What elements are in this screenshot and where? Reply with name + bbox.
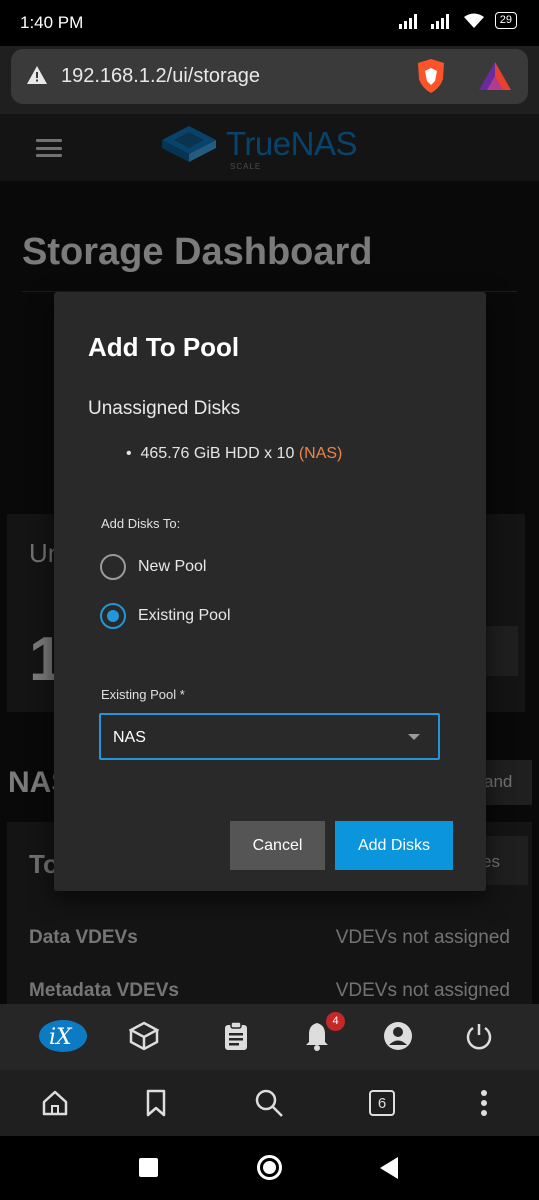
clipboard-icon[interactable] <box>218 1018 254 1054</box>
add-disks-button[interactable]: Add Disks <box>335 821 453 870</box>
radio-label[interactable]: New Pool <box>138 558 206 576</box>
home-nav-icon[interactable] <box>257 1155 282 1180</box>
notification-badge: 4 <box>326 1012 345 1031</box>
svg-text:iX: iX <box>49 1025 73 1050</box>
back-icon[interactable] <box>380 1157 398 1179</box>
truecommand-icon[interactable] <box>126 1018 162 1054</box>
url-text[interactable]: 192.168.1.2/ui/storage <box>61 65 260 88</box>
dialog-subtitle: Unassigned Disks <box>88 398 241 419</box>
power-icon[interactable] <box>461 1018 497 1054</box>
status-bar: 1:40 PM 29 <box>0 0 539 46</box>
add-to-pool-dialog: Add To Pool Unassigned Disks • 465.76 Gi… <box>54 292 486 891</box>
more-options-icon[interactable] <box>469 1088 499 1118</box>
browser-toolbar: 192.168.1.2/ui/storage <box>0 46 539 114</box>
status-time: 1:40 PM <box>20 13 84 32</box>
radio-unchecked-icon[interactable] <box>100 554 126 580</box>
cancel-button[interactable]: Cancel <box>230 821 325 870</box>
radio-checked-icon[interactable] <box>100 603 126 629</box>
account-icon[interactable] <box>380 1018 416 1054</box>
address-bar[interactable]: 192.168.1.2/ui/storage <box>11 49 528 104</box>
tab-count[interactable]: 6 <box>369 1090 395 1116</box>
tabs-icon[interactable]: 6 <box>367 1088 397 1118</box>
radio-existing-pool[interactable]: Existing Pool <box>100 603 231 629</box>
signal-icon <box>398 13 417 29</box>
warning-icon[interactable] <box>27 66 47 84</box>
existing-pool-select[interactable]: NAS <box>99 713 440 760</box>
disk-list-item: • 465.76 GiB HDD x 10 (NAS) <box>126 445 342 463</box>
wifi-icon <box>463 13 484 28</box>
bookmark-icon[interactable] <box>141 1088 171 1118</box>
recents-icon[interactable] <box>139 1158 158 1177</box>
ix-logo-icon[interactable]: iX <box>38 1018 88 1054</box>
select-value[interactable]: NAS <box>113 729 146 747</box>
existing-pool-label: Existing Pool * <box>101 687 185 702</box>
signal-icon-2 <box>430 13 449 29</box>
dialog-title: Add To Pool <box>88 332 240 362</box>
dropdown-arrow-icon[interactable] <box>408 734 420 740</box>
status-icons: 29 <box>398 12 517 29</box>
radio-label[interactable]: Existing Pool <box>138 607 231 625</box>
bullet: • <box>126 445 137 462</box>
system-navigation-bar <box>0 1136 539 1200</box>
home-icon[interactable] <box>40 1088 70 1118</box>
browser-bottom-bar: 6 <box>0 1070 539 1136</box>
battery-icon: 29 <box>494 12 517 29</box>
disk-pool-tag: (NAS) <box>298 445 343 462</box>
search-icon[interactable] <box>254 1088 284 1118</box>
disk-description: 465.76 GiB HDD x 10 <box>140 445 295 462</box>
add-disks-to-label: Add Disks To: <box>101 516 181 531</box>
app-bottom-toolbar: iX 4 <box>0 1004 539 1070</box>
brave-shield-icon[interactable] <box>416 59 446 93</box>
radio-new-pool[interactable]: New Pool <box>100 554 206 580</box>
brave-rewards-icon[interactable] <box>479 62 511 90</box>
